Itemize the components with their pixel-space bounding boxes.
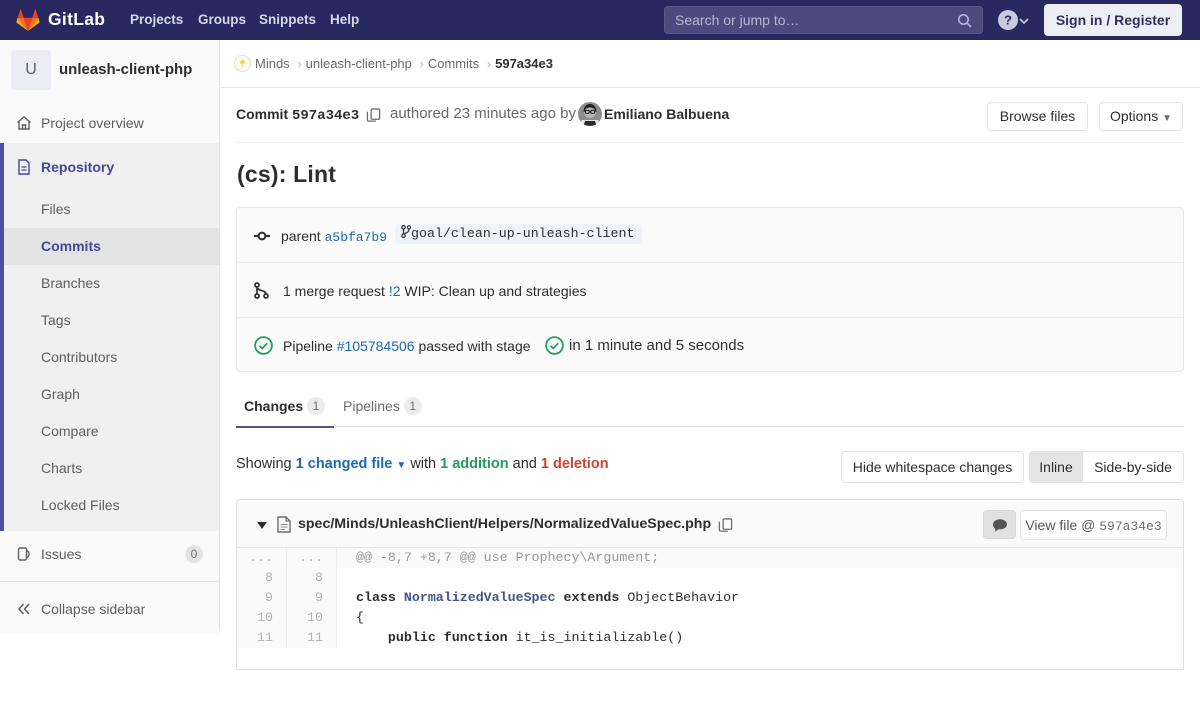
svg-text:?: ? — [1004, 13, 1012, 28]
